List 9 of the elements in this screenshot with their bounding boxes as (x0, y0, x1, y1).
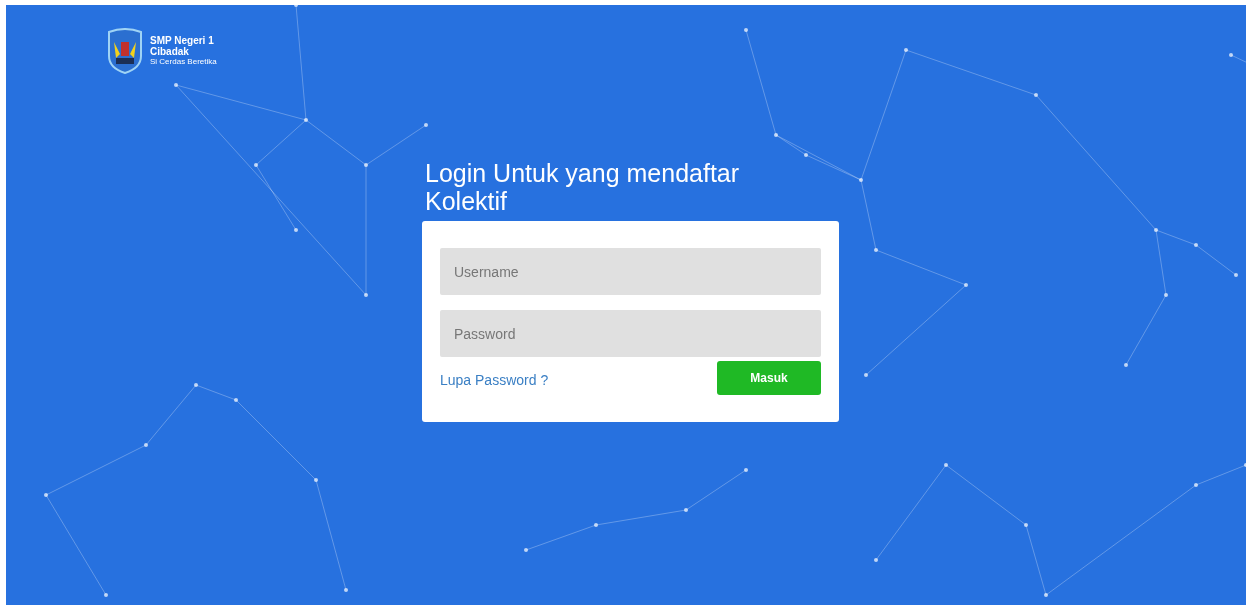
login-title: Login Untuk yang mendaftar Kolektif (425, 159, 741, 215)
login-button[interactable]: Masuk (717, 361, 821, 395)
school-emblem-icon (106, 28, 144, 74)
school-name: Cibadak (150, 46, 189, 57)
input-field[interactable]: Password (440, 310, 821, 357)
school-tagline: Si Cerdas Beretika (150, 57, 217, 67)
school-name: SMP Negeri 1 (150, 35, 215, 46)
forgot-password-link[interactable]: Lupa Password ? (440, 372, 549, 388)
input-field[interactable]: Username (440, 248, 821, 295)
